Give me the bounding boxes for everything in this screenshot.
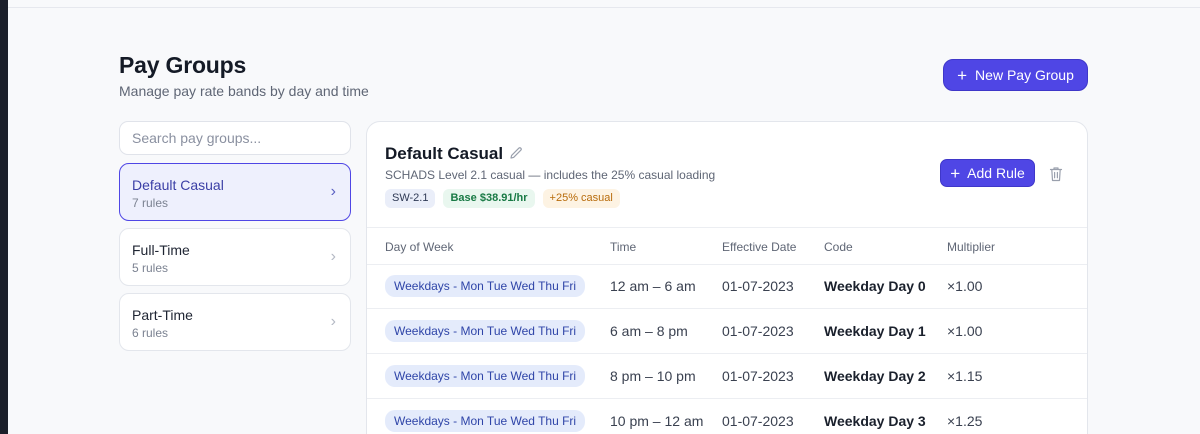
new-pay-group-button[interactable]: + New Pay Group [943,59,1088,91]
column-effective-date: Effective Date [722,240,797,254]
pay-group-name: Full-Time [132,242,190,258]
detail-description: SCHADS Level 2.1 casual — includes the 2… [385,168,716,182]
search-input[interactable] [119,121,351,155]
pencil-icon[interactable] [508,145,524,161]
plus-icon: + [957,65,968,85]
column-code: Code [824,240,853,254]
page-title: Pay Groups [119,52,247,78]
pay-group-name: Default Casual [132,177,224,193]
chevron-right-icon: › [330,183,336,200]
pay-group-detail-panel: Default Casual SCHADS Level 2.1 casual —… [366,121,1088,434]
time-cell: 12 am – 6 am [610,278,696,294]
new-pay-group-label: New Pay Group [975,67,1074,83]
window-edge [0,0,8,434]
table-row[interactable]: Weekdays - Mon Tue Wed Thu Fri 12 am – 6… [367,264,1087,309]
pay-group-part-time[interactable]: Part-Time 6 rules › [119,293,351,351]
code-cell: Weekday Day 0 [824,278,926,294]
pay-group-name: Part-Time [132,307,193,323]
plus-icon: + [950,163,961,183]
trash-icon[interactable] [1049,166,1063,182]
pay-group-full-time[interactable]: Full-Time 5 rules › [119,228,351,286]
code-cell: Weekday Day 2 [824,368,926,384]
code-cell: Weekday Day 1 [824,323,926,339]
effective-date-cell: 01-07-2023 [722,413,794,429]
add-rule-button[interactable]: + Add Rule [940,159,1035,187]
time-cell: 10 pm – 12 am [610,413,704,429]
multiplier-cell: ×1.15 [947,368,983,384]
chevron-right-icon: › [330,248,336,265]
top-divider [8,7,1200,8]
code-cell: Weekday Day 3 [824,413,926,429]
chevron-right-icon: › [330,313,336,330]
detail-badges: SW-2.1 Base $38.91/hr +25% casual [385,189,620,208]
column-time: Time [610,240,637,254]
effective-date-cell: 01-07-2023 [722,368,794,384]
day-of-week-pill: Weekdays - Mon Tue Wed Thu Fri [385,275,586,297]
day-of-week-pill: Weekdays - Mon Tue Wed Thu Fri [385,320,586,342]
casual-loading-badge: +25% casual [542,189,620,208]
add-rule-label: Add Rule [967,165,1025,181]
multiplier-cell: ×1.00 [947,323,983,339]
page-subtitle: Manage pay rate bands by day and time [119,83,369,99]
base-rate-badge: Base $38.91/hr [443,189,535,208]
effective-date-cell: 01-07-2023 [722,278,794,294]
column-multiplier: Multiplier [947,240,996,254]
award-code-badge: SW-2.1 [385,189,436,208]
multiplier-cell: ×1.25 [947,413,983,429]
detail-title: Default Casual [385,144,504,163]
table-row[interactable]: Weekdays - Mon Tue Wed Thu Fri 8 pm – 10… [367,354,1087,399]
pay-group-rule-count: 6 rules [132,326,169,340]
rules-table-header: Day of Week Time Effective Date Code Mul… [367,227,1087,265]
time-cell: 8 pm – 10 pm [610,368,696,384]
day-of-week-pill: Weekdays - Mon Tue Wed Thu Fri [385,410,586,432]
table-row[interactable]: Weekdays - Mon Tue Wed Thu Fri 6 am – 8 … [367,309,1087,354]
column-day-of-week: Day of Week [385,240,454,254]
pay-group-rule-count: 5 rules [132,261,169,275]
time-cell: 6 am – 8 pm [610,323,688,339]
multiplier-cell: ×1.00 [947,278,983,294]
effective-date-cell: 01-07-2023 [722,323,794,339]
pay-group-default-casual[interactable]: Default Casual 7 rules › [119,163,351,221]
pay-group-rule-count: 7 rules [132,196,169,210]
table-row[interactable]: Weekdays - Mon Tue Wed Thu Fri 10 pm – 1… [367,399,1087,434]
day-of-week-pill: Weekdays - Mon Tue Wed Thu Fri [385,365,586,387]
